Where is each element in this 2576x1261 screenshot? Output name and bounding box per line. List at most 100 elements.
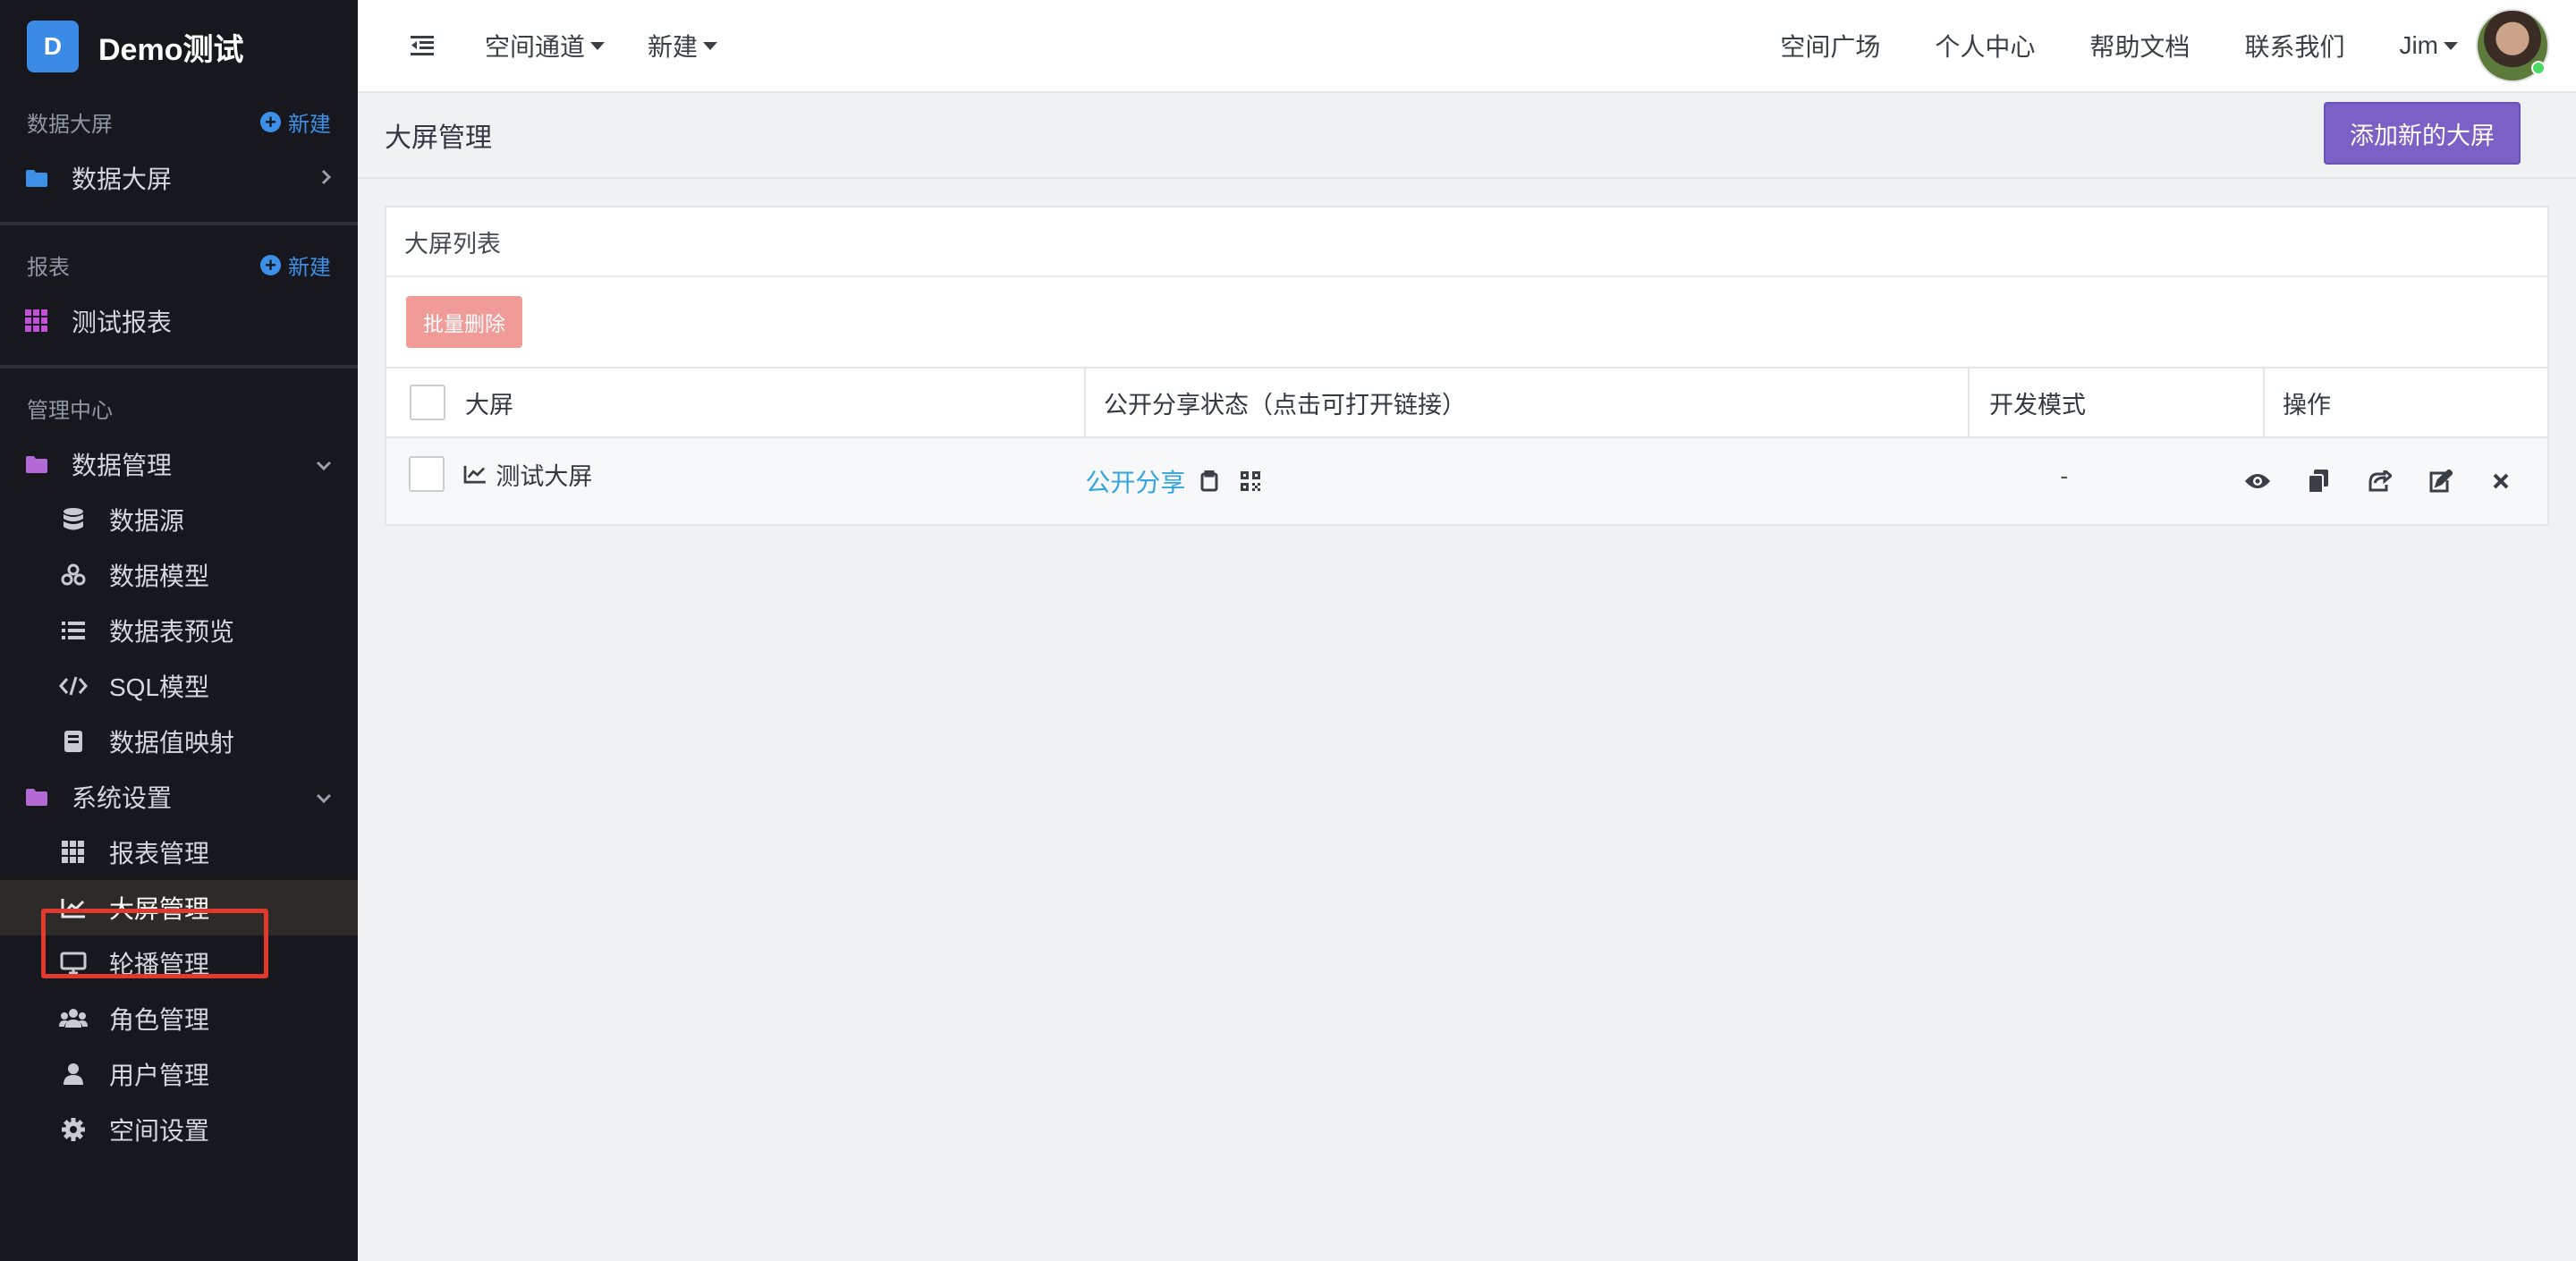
menu-label: 新建	[648, 33, 699, 61]
code-icon	[59, 672, 88, 700]
card-toolbar: 批量删除	[386, 277, 2547, 368]
sidebar-item-label: 轮播管理	[109, 951, 210, 978]
copy-icon[interactable]	[2304, 467, 2333, 495]
new-dropdown[interactable]: 新建	[648, 28, 718, 63]
users-icon	[59, 1004, 88, 1033]
sidebar-item-label: 数据大屏	[72, 165, 173, 193]
table-row: 测试大屏 公开分享 -	[386, 438, 2547, 524]
sidebar-item-dashboards[interactable]: 数据大屏	[0, 150, 358, 206]
folder-icon	[23, 165, 50, 191]
column-header-dev-mode: 开发模式	[1968, 368, 2263, 436]
sidebar-item-role-management[interactable]: 角色管理	[0, 991, 358, 1046]
sidebar-item-label: 角色管理	[109, 1006, 210, 1034]
plus-circle-icon: +	[260, 254, 281, 275]
section-title: 数据大屏	[27, 112, 113, 137]
delete-x-icon[interactable]	[2487, 467, 2515, 495]
sidebar-item-label: 用户管理	[109, 1062, 210, 1089]
sidebar-item-report-management[interactable]: 报表管理	[0, 825, 358, 880]
nav-link-space-plaza[interactable]: 空间广场	[1780, 28, 1880, 63]
plus-circle-icon: +	[260, 111, 281, 132]
sidebar-item-dashboard-management[interactable]: 大屏管理	[0, 880, 358, 935]
sidebar-item-datasource[interactable]: 数据源	[0, 492, 358, 547]
sidebar-item-label: 数据模型	[109, 563, 210, 590]
nav-link-help-docs[interactable]: 帮助文档	[2089, 28, 2190, 63]
caret-down-icon	[2444, 41, 2458, 50]
page-header: 大屏管理 添加新的大屏	[358, 93, 2576, 179]
sidebar-item-space-settings[interactable]: 空间设置	[0, 1102, 358, 1157]
new-dashboard-button[interactable]: + 新建	[260, 106, 331, 138]
sidebar-item-carousel-management[interactable]: 轮播管理	[0, 935, 358, 991]
divider	[0, 365, 358, 368]
view-eye-icon[interactable]	[2243, 467, 2272, 495]
divider	[0, 222, 358, 225]
user-icon	[59, 1060, 88, 1088]
dashboard-name-cell[interactable]: 测试大屏	[456, 431, 1067, 517]
public-share-link[interactable]: 公开分享	[1085, 463, 1185, 499]
book-icon	[59, 727, 88, 756]
qrcode-icon[interactable]	[1239, 470, 1262, 493]
caret-down-icon	[703, 41, 718, 50]
sidebar-item-label: 测试报表	[72, 309, 173, 336]
add-dashboard-button[interactable]: 添加新的大屏	[2324, 102, 2521, 165]
select-all-cell	[386, 368, 458, 436]
space-channel-dropdown[interactable]: 空间通道	[485, 28, 606, 63]
batch-delete-button[interactable]: 批量删除	[406, 296, 522, 348]
outdent-icon	[411, 36, 434, 55]
dev-mode-cell: -	[1930, 438, 2218, 524]
edit-icon[interactable]	[2426, 467, 2454, 495]
folder-icon	[23, 451, 50, 478]
copy-link-icon[interactable]	[1198, 470, 1221, 493]
section-header-admin: 管理中心	[0, 379, 358, 436]
card-title: 大屏列表	[386, 207, 2547, 277]
sidebar-item-label: 大屏管理	[109, 895, 210, 923]
sidebar-item-data-model[interactable]: 数据模型	[0, 547, 358, 603]
section-title: 管理中心	[27, 398, 113, 423]
column-header-share-status: 公开分享状态（点击可打开链接）	[1084, 368, 1968, 436]
grid-icon	[59, 838, 88, 867]
brand[interactable]: D Demo测试	[0, 0, 358, 93]
sidebar: D Demo测试 数据大屏 + 新建 数据大屏 报表 + 新建 测试报表 管理中…	[0, 0, 358, 1261]
sidebar-item-label: 数据源	[109, 507, 185, 535]
new-report-button[interactable]: + 新建	[260, 250, 331, 281]
chevron-right-icon	[320, 164, 333, 192]
user-name: Jim	[2399, 31, 2438, 59]
sidebar-item-table-preview[interactable]: 数据表预览	[0, 603, 358, 658]
share-icon[interactable]	[2365, 467, 2394, 495]
monitor-icon	[59, 949, 88, 977]
sidebar-item-label: 系统设置	[72, 784, 173, 812]
list-icon	[59, 616, 88, 645]
dev-mode-value: -	[2060, 461, 2069, 489]
menu-label: 空间通道	[485, 33, 586, 61]
actions-cell	[2218, 438, 2547, 524]
table-header: 大屏 公开分享状态（点击可打开链接） 开发模式 操作	[386, 368, 2547, 438]
avatar[interactable]	[2476, 9, 2549, 82]
dashboard-name: 测试大屏	[496, 462, 593, 490]
nav-link-personal-center[interactable]: 个人中心	[1935, 28, 2035, 63]
sidebar-item-test-report[interactable]: 测试报表	[0, 293, 358, 349]
folder-icon	[23, 783, 50, 810]
sidebar-item-label: 数据表预览	[109, 618, 235, 646]
area-chart-icon	[59, 893, 88, 922]
column-header-dashboard[interactable]: 大屏	[458, 368, 1084, 436]
section-title: 报表	[27, 255, 70, 280]
page-title: 大屏管理	[385, 123, 492, 153]
sidebar-item-system-settings[interactable]: 系统设置	[0, 769, 358, 825]
sidebar-item-label: 空间设置	[109, 1117, 210, 1145]
select-all-checkbox[interactable]	[410, 385, 445, 420]
row-checkbox[interactable]	[409, 456, 445, 492]
sidebar-item-data-management[interactable]: 数据管理	[0, 436, 358, 492]
area-chart-icon	[463, 465, 487, 484]
brand-title: Demo测试	[98, 32, 244, 67]
sidebar-item-user-management[interactable]: 用户管理	[0, 1046, 358, 1102]
user-menu-dropdown[interactable]: Jim	[2399, 31, 2458, 60]
dashboard-list-card: 大屏列表 批量删除 大屏 公开分享状态（点击可打开链接） 开发模式 操作 测试大…	[385, 206, 2549, 526]
sidebar-item-value-mapping[interactable]: 数据值映射	[0, 714, 358, 769]
sidebar-item-label: 数据值映射	[109, 729, 235, 757]
section-header-reports: 报表 + 新建	[0, 236, 358, 293]
nav-link-contact-us[interactable]: 联系我们	[2244, 28, 2344, 63]
sidebar-toggle-button[interactable]	[401, 24, 444, 67]
gear-icon	[59, 1115, 88, 1144]
sidebar-item-sql-model[interactable]: SQL模型	[0, 658, 358, 714]
section-header-dashboards: 数据大屏 + 新建	[0, 93, 358, 150]
brand-logo: D	[27, 21, 79, 72]
